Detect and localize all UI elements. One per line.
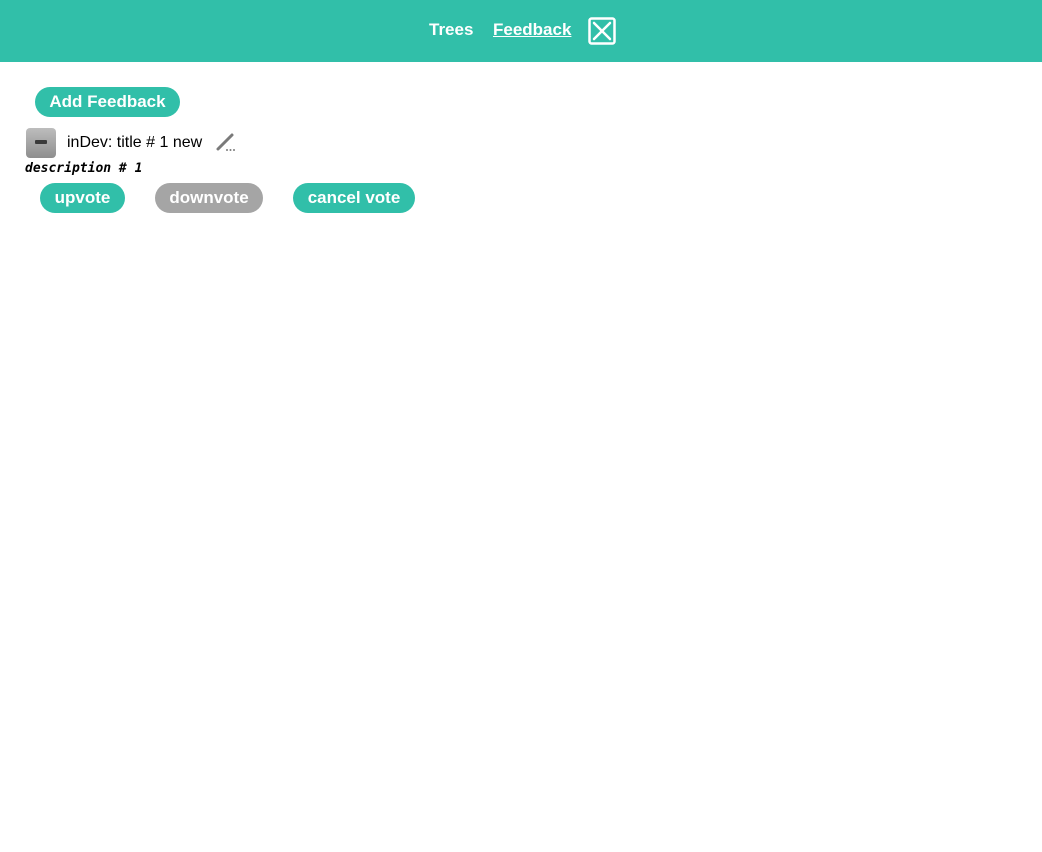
- add-feedback-button[interactable]: Add Feedback: [35, 87, 180, 117]
- cancel-vote-button[interactable]: cancel vote: [293, 183, 415, 213]
- minus-icon: [35, 140, 47, 144]
- upvote-button[interactable]: upvote: [40, 183, 125, 213]
- top-nav-bar: Trees Feedback: [0, 0, 1042, 62]
- nav-link-feedback[interactable]: Feedback: [493, 20, 571, 40]
- feedback-description: description # 1: [25, 161, 143, 176]
- nav-link-trees[interactable]: Trees: [429, 20, 473, 40]
- collapse-button[interactable]: [26, 128, 56, 158]
- close-icon[interactable]: [588, 17, 616, 45]
- downvote-button[interactable]: downvote: [155, 183, 263, 213]
- feedback-title: inDev: title # 1 new: [67, 134, 203, 151]
- pencil-icon[interactable]: [215, 131, 237, 153]
